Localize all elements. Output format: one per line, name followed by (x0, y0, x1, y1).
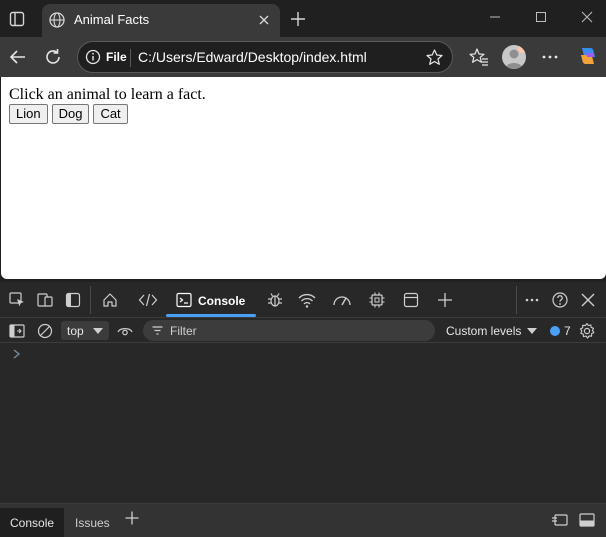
chevron-down-icon (92, 326, 104, 336)
filter-box[interactable] (143, 320, 435, 341)
filter-input[interactable] (170, 322, 420, 339)
page-instruction: Click an animal to learn a fact. (9, 86, 206, 103)
back-arrow-icon[interactable] (7, 46, 29, 68)
help-icon[interactable] (551, 291, 569, 309)
toolbar-divider (90, 286, 91, 314)
copilot-icon[interactable] (576, 44, 600, 68)
console-prompt-chevron-icon (12, 348, 22, 360)
lion-button[interactable]: Lion (9, 104, 48, 124)
console-tab-label: Console (198, 294, 246, 308)
file-scheme-badge: File (106, 50, 127, 64)
inspect-element-icon[interactable] (8, 291, 26, 309)
console-output[interactable] (0, 344, 606, 502)
more-options-icon[interactable] (539, 46, 561, 68)
address-separator (130, 49, 131, 67)
issues-info-icon (550, 326, 560, 336)
filter-icon (151, 324, 164, 337)
device-emulation-icon[interactable] (36, 291, 54, 309)
console-settings-gear-icon[interactable] (578, 322, 596, 340)
cat-button[interactable]: Cat (93, 104, 128, 124)
issues-counter[interactable]: 7 (548, 323, 576, 339)
tab-actions-icon[interactable] (8, 10, 26, 28)
devtools-menu-icon[interactable] (523, 291, 541, 309)
application-panel-icon[interactable] (402, 291, 420, 309)
animal-button-row: Lion Dog Cat (9, 104, 128, 124)
profile-avatar[interactable] (502, 45, 526, 69)
performance-gauge-icon[interactable] (332, 291, 351, 309)
drawer-tab-console[interactable]: Console (0, 508, 65, 537)
devtools-drawer: Console Issues (0, 503, 606, 537)
more-tools-plus-icon[interactable] (436, 291, 454, 309)
close-tab-icon[interactable] (256, 12, 272, 28)
drawer-add-tab-icon[interactable] (124, 510, 140, 526)
sources-bug-icon[interactable] (266, 291, 284, 309)
tab-console[interactable]: Console (166, 282, 256, 318)
title-bar: Animal Facts (0, 0, 606, 37)
maximize-icon[interactable] (530, 8, 552, 26)
active-tab-indicator (166, 314, 256, 317)
dock-side-icon[interactable] (64, 291, 82, 309)
console-filter-bar: top Custom levels 7 (0, 319, 606, 343)
drawer-quick-view-icon[interactable] (551, 512, 569, 528)
new-tab-icon[interactable] (288, 9, 308, 29)
console-icon (176, 292, 192, 308)
favorite-star-icon[interactable] (425, 48, 444, 67)
close-devtools-icon[interactable] (579, 291, 597, 309)
context-selector[interactable]: top (61, 321, 109, 340)
drawer-tab-issues[interactable]: Issues (65, 508, 120, 537)
show-sidebar-icon[interactable] (8, 322, 26, 340)
levels-chevron-down-icon[interactable] (526, 326, 538, 336)
site-info-icon[interactable] (85, 49, 101, 65)
issues-count: 7 (564, 324, 571, 338)
log-levels-dropdown[interactable]: Custom levels (446, 324, 521, 338)
favorites-icon[interactable] (468, 46, 490, 68)
elements-code-icon[interactable] (138, 291, 158, 309)
live-expression-eye-icon[interactable] (116, 322, 134, 340)
tab-title: Animal Facts (74, 12, 150, 27)
dog-button[interactable]: Dog (51, 104, 90, 124)
drawer-dock-icon[interactable] (578, 512, 596, 528)
devtools-toolbar: Console (0, 282, 606, 318)
devtools-panel: Console top Filter Custom levels 7 Conso… (0, 282, 606, 537)
address-bar[interactable]: File C:/Users/Edward/Desktop/index.html (77, 41, 453, 73)
toolbar-divider-right (516, 286, 517, 314)
minimize-icon[interactable] (484, 8, 506, 26)
refresh-icon[interactable] (42, 46, 64, 68)
network-wifi-icon[interactable] (297, 291, 316, 309)
profile-status-dot (518, 45, 526, 53)
page-viewport: Click an animal to learn a fact. Lion Do… (1, 77, 606, 279)
context-selector-label: top (67, 324, 84, 338)
memory-chip-icon[interactable] (368, 291, 386, 309)
welcome-home-icon[interactable] (101, 291, 119, 309)
close-window-icon[interactable] (576, 8, 598, 26)
globe-icon (48, 11, 66, 29)
address-url[interactable]: C:/Users/Edward/Desktop/index.html (138, 49, 367, 65)
clear-console-icon[interactable] (36, 322, 54, 340)
navigation-bar: File C:/Users/Edward/Desktop/index.html (0, 37, 606, 77)
browser-tab[interactable]: Animal Facts (42, 4, 280, 37)
